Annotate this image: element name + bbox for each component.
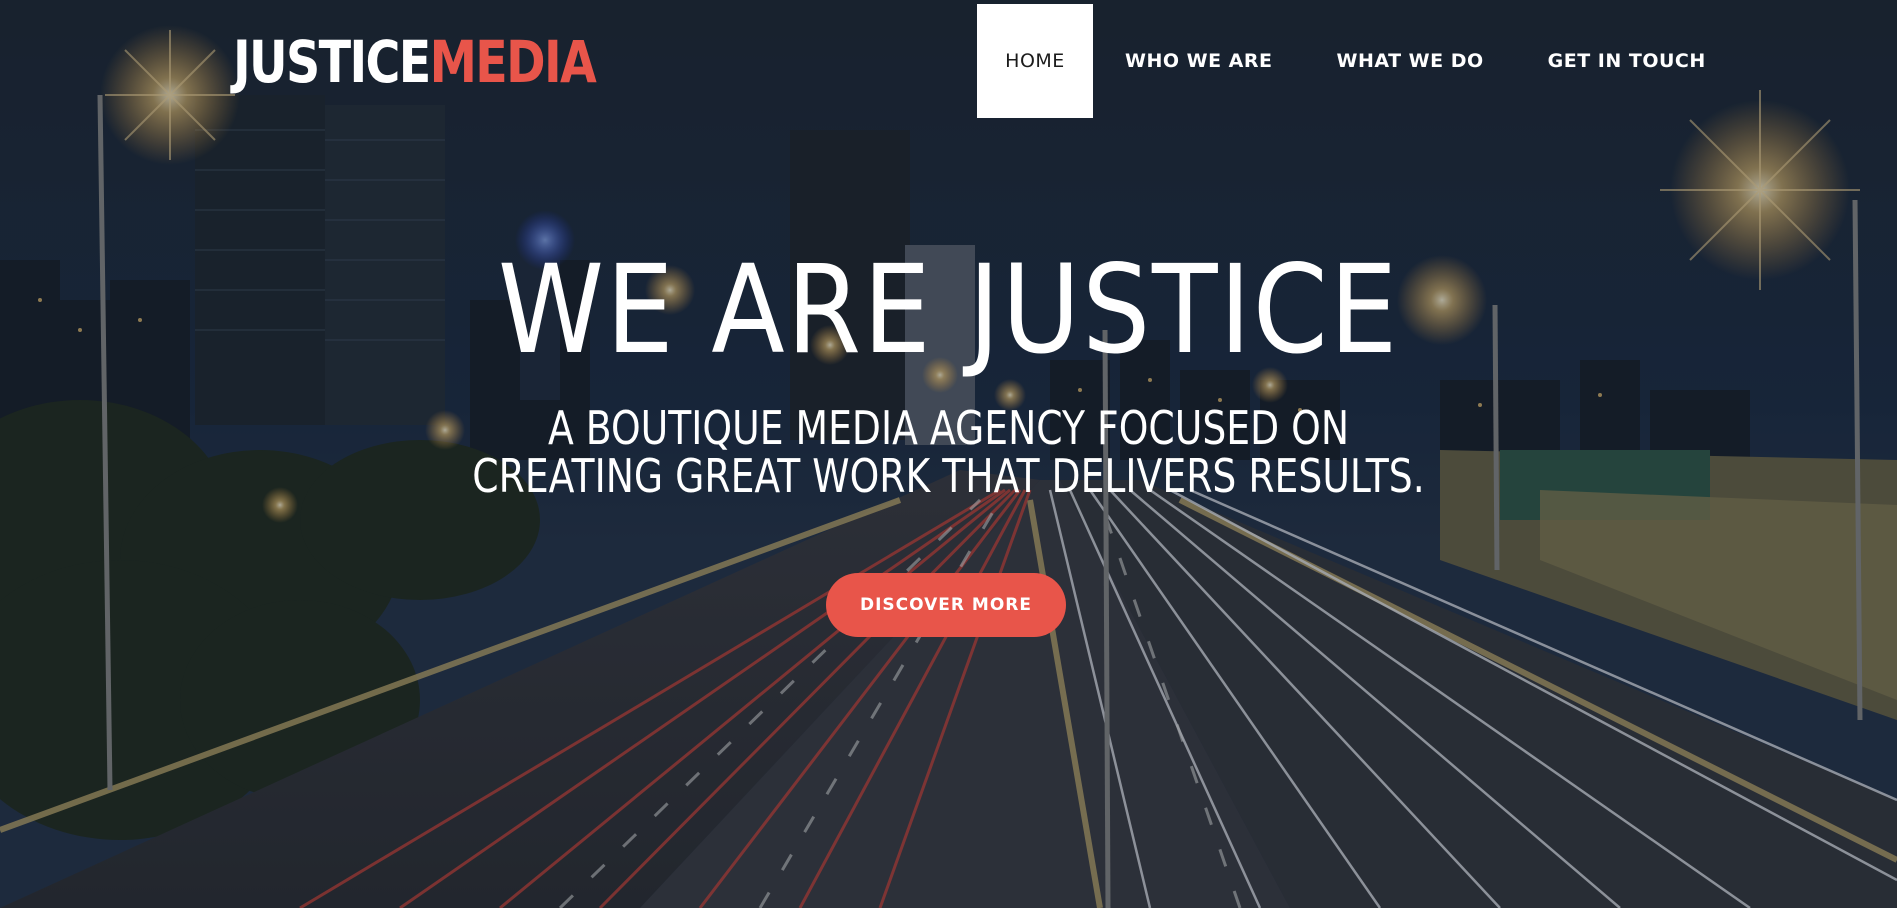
nav-item-get-in-touch[interactable]: GET IN TOUCH	[1516, 4, 1738, 118]
brand-logo-word-justice: JUSTICE	[233, 28, 431, 96]
nav-item-who-we-are[interactable]: WHO WE ARE	[1093, 4, 1305, 118]
brand-logo-word-media: MEDIA	[429, 28, 597, 96]
hero-subtitle-line-2: CREATING GREAT WORK THAT DELIVERS RESULT…	[472, 449, 1425, 503]
nav-item-home[interactable]: HOME	[977, 4, 1093, 118]
hero-subtitle-line-1: A BOUTIQUE MEDIA AGENCY FOCUSED ON	[547, 401, 1350, 455]
hero-subtitle: A BOUTIQUE MEDIA AGENCY FOCUSED ON CREAT…	[171, 404, 1727, 500]
nav-item-what-we-do[interactable]: WHAT WE DO	[1305, 4, 1516, 118]
main-nav: HOME WHO WE ARE WHAT WE DO GET IN TOUCH	[977, 4, 1738, 118]
page: JUSTICEMEDIA HOME WHO WE ARE WHAT WE DO …	[0, 0, 1897, 908]
hero-title: WE ARE JUSTICE	[497, 239, 1400, 381]
discover-more-button[interactable]: DISCOVER MORE	[826, 573, 1066, 637]
brand-logo[interactable]: JUSTICEMEDIA	[233, 28, 597, 96]
